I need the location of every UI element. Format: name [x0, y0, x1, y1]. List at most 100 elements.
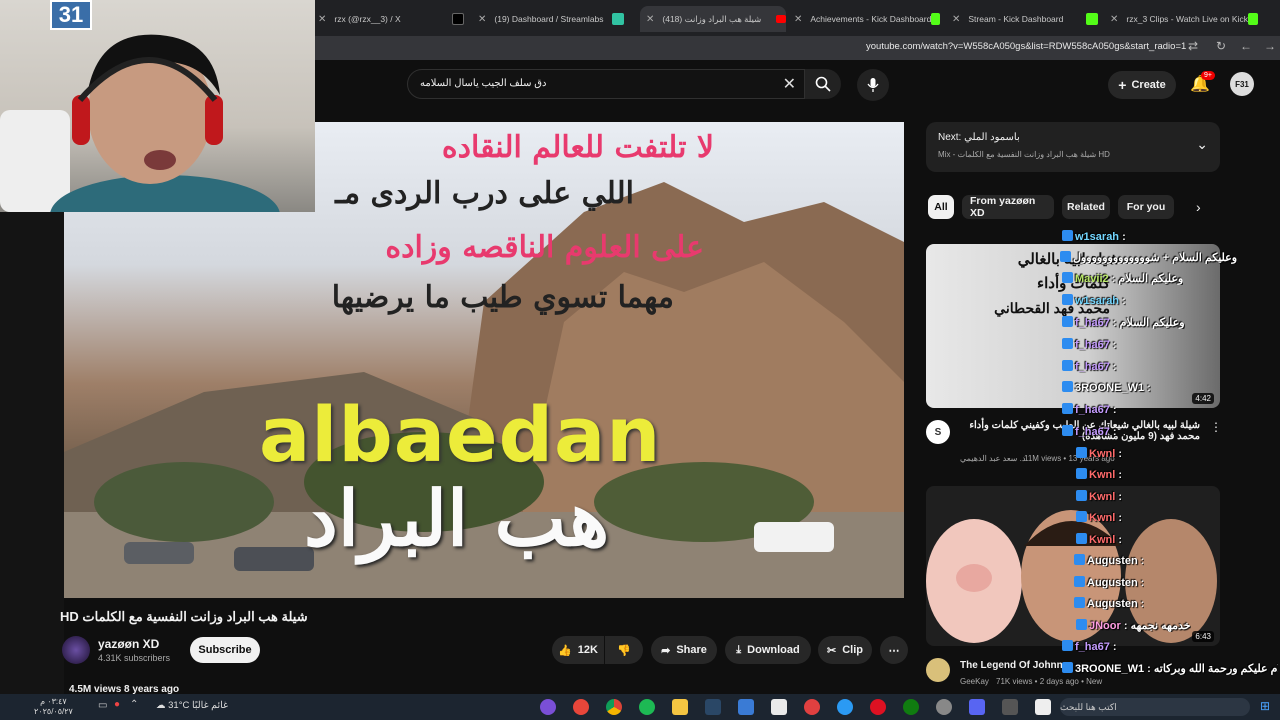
share-button[interactable]: ➦ Share: [651, 636, 717, 664]
chat-separator: :: [1115, 448, 1123, 460]
more-actions-button[interactable]: ⋯: [880, 636, 908, 664]
chat-username: w1sarah: [1075, 231, 1120, 243]
chat-message: Kwnl :: [1076, 511, 1122, 524]
reload-icon[interactable]: ↻: [1216, 39, 1226, 53]
weather-widget[interactable]: ☁ 31°C غائم غالبًا: [156, 700, 228, 711]
chat-message: Augusten :: [1074, 554, 1144, 567]
close-icon[interactable]: ✕: [1110, 14, 1118, 25]
forward-icon[interactable]: →: [1264, 39, 1276, 53]
chat-badge-icon: [1076, 490, 1087, 501]
clip-button[interactable]: ✂ Clip: [818, 636, 872, 664]
close-icon[interactable]: ✕: [318, 14, 326, 25]
download-button[interactable]: ⤓ Download: [725, 636, 811, 664]
chip-all[interactable]: All: [928, 195, 954, 219]
search-input[interactable]: دق سلف الجيب ياسال السلامه: [420, 78, 546, 89]
app-icon-3[interactable]: [870, 699, 886, 715]
chat-badge-icon: [1062, 294, 1073, 305]
next-mix-subtitle: Mix - شيلة هب البراد وزانت النفسية مع ال…: [938, 150, 1110, 159]
spotify-icon[interactable]: [639, 699, 655, 715]
app-icon-4[interactable]: [1035, 699, 1051, 715]
back-icon[interactable]: ←: [1240, 39, 1252, 53]
chat-username: Kwnl: [1089, 448, 1116, 460]
account-avatar[interactable]: F31: [1230, 72, 1254, 96]
rec2-channel-avatar[interactable]: [926, 658, 950, 682]
chat-separator: :: [1137, 555, 1145, 567]
tab-youtube-active[interactable]: ✕ (418) شيلة هب البراد وزانت: [640, 6, 786, 32]
search-button[interactable]: [805, 69, 841, 99]
channel-name[interactable]: yazøøn XD: [98, 637, 159, 651]
taskbar-search[interactable]: اكتب هنا للبحث: [1060, 698, 1250, 716]
up-next-card[interactable]: Next: باسمود الملي Mix - شيلة هب البراد …: [926, 122, 1220, 172]
chat-username: w1sarah: [1075, 295, 1120, 307]
chat-message: وعليكم السلام + شووووووووووووول: [1060, 251, 1237, 264]
chat-message: Augusten :: [1074, 576, 1144, 589]
tab-x[interactable]: ✕ rzx (@rzx__3) / X: [318, 6, 464, 32]
chat-message: f_ha67 :: [1062, 640, 1117, 653]
kick-logo-icon: [931, 13, 940, 25]
chip-related[interactable]: Related: [1062, 195, 1110, 219]
tab-streamlabs[interactable]: ✕ (19) Dashboard / Streamlabs: [478, 6, 624, 32]
dislike-button[interactable]: 👎: [605, 636, 643, 664]
settings-icon[interactable]: [936, 699, 952, 715]
create-button[interactable]: + Create: [1108, 71, 1176, 99]
translate-icon[interactable]: ⇄: [1188, 39, 1198, 53]
mail-icon[interactable]: [738, 699, 754, 715]
chip-for-you[interactable]: For you: [1118, 195, 1174, 219]
rec1-channel-avatar[interactable]: S: [926, 420, 950, 444]
chat-badge-icon: [1062, 316, 1073, 327]
chat-badge-icon: [1074, 597, 1085, 608]
kick-logo-icon: [1086, 13, 1098, 25]
file-explorer-icon[interactable]: [672, 699, 688, 715]
chat-separator: :: [1109, 339, 1117, 351]
app-icon-1[interactable]: [540, 699, 556, 715]
screen-icon[interactable]: ▭: [98, 700, 107, 711]
chips-next-icon[interactable]: ›: [1196, 199, 1201, 215]
rec2-title[interactable]: The Legend Of Johnny: [960, 660, 1068, 671]
voice-search-button[interactable]: [857, 69, 889, 101]
chat-separator: :: [1109, 404, 1117, 416]
app-icon-2[interactable]: [804, 699, 820, 715]
clock[interactable]: ٠٣:٤٧ م ٢٠٢٥/٠٥/٢٧: [34, 697, 73, 717]
chat-username: Augusten: [1087, 598, 1138, 610]
subscribe-button[interactable]: Subscribe: [190, 637, 260, 663]
obs-icon[interactable]: [573, 699, 589, 715]
tab-kick-achievements[interactable]: ✕ Achievements - Kick Dashboard: [794, 6, 940, 32]
more-icon[interactable]: ⋮: [1210, 420, 1222, 434]
xbox-icon[interactable]: [903, 699, 919, 715]
chevron-down-icon[interactable]: ⌄: [1196, 136, 1208, 153]
chat-badge-icon: [1076, 619, 1087, 630]
scissors-icon: ✂: [827, 644, 837, 657]
tab-title: Stream - Kick Dashboard: [968, 14, 1064, 24]
tab-kick-stream[interactable]: ✕ Stream - Kick Dashboard: [952, 6, 1098, 32]
video-title: شيلة هب البراد وزانت النفسية مع الكلمات …: [60, 609, 308, 624]
steam-icon[interactable]: [705, 699, 721, 715]
close-icon[interactable]: ✕: [952, 14, 960, 25]
taskview-icon[interactable]: [1002, 699, 1018, 715]
like-button[interactable]: 👍 12K: [552, 636, 604, 664]
edge-icon[interactable]: [837, 699, 853, 715]
windows-start-icon[interactable]: ⊞: [1260, 699, 1270, 713]
chat-message: f_ha67 :: [1062, 425, 1117, 438]
store-icon[interactable]: [771, 699, 787, 715]
discord-icon[interactable]: [969, 699, 985, 715]
search-box[interactable]: دق سلف الجيب ياسال السلامه ✕: [407, 69, 805, 99]
chrome-icon[interactable]: [606, 699, 622, 715]
taskbar: ٠٣:٤٧ م ٢٠٢٥/٠٥/٢٧ ▭ ● ⌃ ☁ 31°C غائم غالب…: [0, 694, 1280, 720]
close-icon[interactable]: ✕: [478, 14, 486, 25]
chevron-up-icon[interactable]: ⌃: [130, 699, 138, 710]
chat-badge-icon: [1062, 272, 1073, 283]
chat-separator: :: [1109, 317, 1120, 329]
url-field[interactable]: youtube.com/watch?v=W558cA050gs&list=RDW…: [866, 41, 1186, 52]
poem-line-2: اللي على درب الردى مـ: [335, 176, 634, 211]
clear-search-icon[interactable]: ✕: [783, 74, 796, 94]
chat-message: 3ROONE_W1 :: [1062, 381, 1151, 394]
recording-icon[interactable]: ●: [114, 699, 120, 710]
kick-logo-icon: [1247, 13, 1258, 25]
close-icon[interactable]: ✕: [794, 14, 802, 25]
channel-avatar[interactable]: [62, 636, 90, 664]
close-icon[interactable]: ✕: [646, 14, 654, 25]
chat-separator: :: [1120, 620, 1131, 632]
tab-kick-clips[interactable]: ✕ rzx_3 Clips - Watch Live on Kick: [1110, 6, 1258, 32]
chip-from-channel[interactable]: From yazøøn XD: [962, 195, 1054, 219]
download-label: Download: [747, 644, 800, 656]
